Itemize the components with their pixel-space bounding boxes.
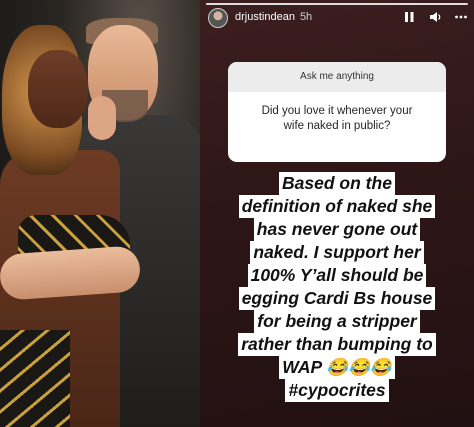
question-sticker[interactable]: Ask me anything Did you love it whenever… [228,62,446,162]
instagram-story[interactable]: drjustindean 5h Ask me anything Did you l… [200,0,474,427]
caption-line: has never gone out [253,218,421,241]
post-time: 5h [299,11,313,23]
caption-line: WAP 😂😂😂 [279,356,395,379]
username[interactable]: drjustindean [235,11,295,23]
pause-icon[interactable] [402,10,416,24]
profile-avatar[interactable] [208,8,228,28]
caption-line: egging Cardi Bs house [238,287,436,310]
man-arm [0,245,142,301]
couple-photo [0,0,200,427]
woman-patterned-bottom [0,330,70,427]
volume-icon[interactable] [428,10,442,24]
more-icon[interactable] [454,10,468,24]
story-user-info: drjustindean 5h [235,11,312,23]
story-caption: Based on the definition of naked she has… [206,172,468,402]
woman-face [28,50,88,128]
caption-line: 100% Y’all should be [247,264,427,287]
caption-line: naked. I support her [250,241,424,264]
man-hand [88,96,116,140]
hashtag[interactable]: #cypocrites [285,379,389,402]
story-header-controls [402,10,468,24]
story-header: drjustindean 5h [208,8,468,30]
caption-line: definition of naked she [238,195,436,218]
caption-line: rather than bumping to [238,333,436,356]
question-line: Did you love it whenever your [261,105,413,117]
story-progress-bar [206,3,468,5]
question-sticker-heading: Ask me anything [228,62,446,92]
caption-line: Based on the [279,172,395,195]
question-text: Did you love it whenever your wife naked… [228,92,446,146]
question-line: wife naked in public? [283,120,391,132]
caption-line: for being a stripper [254,310,420,333]
